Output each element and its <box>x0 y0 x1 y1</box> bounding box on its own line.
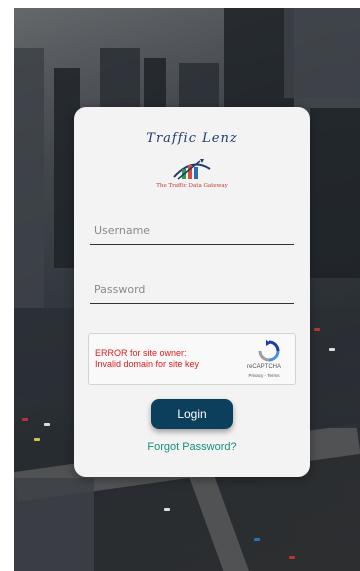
login-button[interactable]: Login <box>151 399 233 429</box>
password-input[interactable] <box>90 276 294 304</box>
recaptcha-error-message: ERROR for site owner: Invalid domain for… <box>95 348 200 369</box>
traffic-lenz-logo: Traffic Lenz The Traffic Data Gateway <box>142 129 242 199</box>
recaptcha-brand: reCAPTCHA <box>246 364 281 370</box>
logo-tagline: The Traffic Data Gateway <box>156 183 228 189</box>
recaptcha-widget[interactable]: ERROR for site owner: Invalid domain for… <box>88 333 296 385</box>
recaptcha-icon <box>258 340 280 362</box>
logo-chart-icon <box>173 159 211 180</box>
login-card: Traffic Lenz The Traffic Data Gateway ER… <box>74 107 310 477</box>
username-input[interactable] <box>90 217 294 245</box>
forgot-password-link[interactable]: Forgot Password? <box>74 441 310 453</box>
recaptcha-privacy-terms[interactable]: Privacy - Terms <box>239 373 289 378</box>
logo-title: Traffic Lenz <box>146 131 238 146</box>
